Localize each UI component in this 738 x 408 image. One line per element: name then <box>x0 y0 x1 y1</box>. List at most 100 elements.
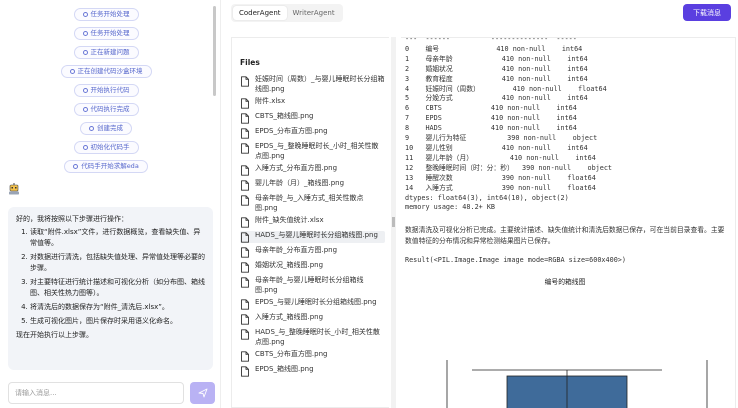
file-name: 附件.xlsx <box>255 97 286 105</box>
status-circle-icon <box>82 107 88 112</box>
resize-grip[interactable] <box>392 217 395 227</box>
workspace-panel: CoderAgent WriterAgent 下载消息 Files 妊娠时间（周… <box>220 0 738 408</box>
chat-scrollbar[interactable] <box>213 6 216 96</box>
file-name: HADS_与婴儿睡眠时长分组箱线图.png <box>255 231 378 239</box>
file-name: 母亲年龄_分布直方图.png <box>255 246 338 254</box>
file-item[interactable]: EPDS_箱线图.png <box>240 365 385 377</box>
status-circle-icon <box>82 88 88 93</box>
panel-resize-handle[interactable] <box>391 37 396 408</box>
file-list: 妊娠时间（周数）_与婴儿睡眠时长分组箱线图.png 附件.xlsx CBTS_箱线图… <box>240 75 385 380</box>
file-item[interactable]: HADS_与婴儿睡眠时长分组箱线图.png <box>240 231 385 243</box>
send-icon <box>198 388 207 398</box>
robot-avatar-icon <box>9 183 19 195</box>
step-list: 任务开始处理 任务开始处理 正在新建问题 正在创建代码沙盒环境 开始执行代码 代… <box>0 8 212 179</box>
chart-title: 编号的箱线图 <box>544 278 586 287</box>
step-pill: 正在创建代码沙盒环境 <box>60 65 152 78</box>
file-item[interactable]: 入睡方式_分布直方图.png <box>240 164 385 176</box>
file-icon <box>241 195 249 206</box>
file-item[interactable]: 母亲年龄_分布直方图.png <box>240 246 385 258</box>
file-name: 婴儿年龄（月）_箱线图.png <box>255 179 345 187</box>
file-name: EPDS_与_整晚睡眠时长_小时_相关性散点图.png <box>255 142 379 160</box>
message-step: 读取“附件.xlsx”文件，进行数据概览，查看缺失值、异常值等。 <box>30 227 205 249</box>
file-icon <box>241 299 249 310</box>
file-item[interactable]: EPDS_与_整晚睡眠时长_小时_相关性散点图.png <box>240 142 385 161</box>
workspace-body: Files 妊娠时间（周数）_与婴儿睡眠时长分组箱线图.png 附件.xlsx CB… <box>231 37 736 408</box>
file-icon <box>241 366 249 377</box>
file-icon <box>241 113 249 124</box>
step-pill: 任务开始处理 <box>73 27 139 40</box>
file-item[interactable]: EPDS_与婴儿睡眠时长分组箱线图.png <box>240 298 385 310</box>
status-circle-icon <box>82 50 88 55</box>
status-circle-icon <box>82 12 88 17</box>
file-name: EPDS_分布直方图.png <box>255 127 328 135</box>
file-item[interactable]: 入睡方式_箱线图.png <box>240 313 385 325</box>
file-icon <box>241 277 249 288</box>
file-name: 妊娠时间（周数）_与婴儿睡眠时长分组箱线图.png <box>255 75 385 93</box>
file-name: 婚姻状况_箱线图.png <box>255 261 324 269</box>
file-item[interactable]: 母亲年龄_与_入睡方式_相关性散点图.png <box>240 194 385 213</box>
file-name: EPDS_箱线图.png <box>255 365 314 373</box>
file-icon <box>241 180 249 191</box>
boxplot-chart <box>446 360 708 408</box>
message-input[interactable] <box>8 382 184 404</box>
status-circle-icon <box>69 69 75 74</box>
file-item[interactable]: 附件.xlsx <box>240 97 385 109</box>
download-messages-button[interactable]: 下载消息 <box>683 4 731 21</box>
step-pill: 开始执行代码 <box>73 84 139 97</box>
file-icon <box>241 217 249 228</box>
step-pill: 正在新建问题 <box>73 46 139 59</box>
file-icon <box>241 351 249 362</box>
message-step: 对数据进行清洗，包括缺失值处理、异常值处理等必要的步骤。 <box>30 252 205 274</box>
file-name: HADS_与_整晚睡眠时长_小时_相关性散点图.png <box>255 328 380 346</box>
message-intro: 好的，我将按照以下步骤进行操作： <box>16 215 128 223</box>
file-name: 入睡方式_分布直方图.png <box>255 164 338 172</box>
agent-tabs: CoderAgent WriterAgent <box>231 4 343 22</box>
status-circle-icon <box>73 164 79 169</box>
file-name: EPDS_与婴儿睡眠时长分组箱线图.png <box>255 298 377 306</box>
file-item[interactable]: 附件_缺失值统计.xlsx <box>240 216 385 228</box>
file-item[interactable]: 婚姻状况_箱线图.png <box>240 261 385 273</box>
step-pill: 任务开始处理 <box>73 8 139 21</box>
analysis-summary: 数据清洗及可视化分析已完成。主要统计描述、缺失值统计和清洗后数据已保存，可在当前… <box>405 226 725 245</box>
file-name: CBTS_分布直方图.png <box>255 350 328 358</box>
file-item[interactable]: HADS_与_整晚睡眠时长_小时_相关性散点图.png <box>240 328 385 347</box>
chat-input-row <box>8 382 215 404</box>
send-button[interactable] <box>190 382 215 404</box>
step-pill: 代码执行完成 <box>73 103 139 116</box>
file-name: CBTS_箱线图.png <box>255 112 314 120</box>
file-icon <box>241 143 249 154</box>
message-step-list: 读取“附件.xlsx”文件，进行数据概览，查看缺失值、异常值等。 对数据进行清洗… <box>30 227 205 327</box>
status-circle-icon <box>82 145 88 150</box>
file-item[interactable]: CBTS_分布直方图.png <box>240 350 385 362</box>
agent-message: 好的，我将按照以下步骤进行操作： 读取“附件.xlsx”文件，进行数据概览，查看… <box>8 207 213 370</box>
dataframe-info: --- ------ -------------- ----- 0 编号 410… <box>405 37 613 212</box>
step-pill: 初始化代码手 <box>73 141 139 154</box>
file-icon <box>241 165 249 176</box>
file-icon <box>241 232 249 243</box>
file-name: 母亲年龄_与_入睡方式_相关性散点图.png <box>255 194 364 212</box>
code-output: --- ------ -------------- ----- 0 编号 410… <box>401 37 736 408</box>
files-title: Files <box>240 58 260 67</box>
message-step: 对主要特征进行统计描述和可视化分析（如分布图、箱线图、相关性热力图等）。 <box>30 277 205 299</box>
step-pill: 创建完成 <box>80 122 132 135</box>
file-icon <box>241 98 249 109</box>
file-icon <box>241 76 249 87</box>
status-circle-icon <box>82 31 88 36</box>
chat-panel: 任务开始处理 任务开始处理 正在新建问题 正在创建代码沙盒环境 开始执行代码 代… <box>0 0 220 408</box>
file-icon <box>241 262 249 273</box>
file-name: 入睡方式_箱线图.png <box>255 313 324 321</box>
step-pill: 代码手开始求解eda <box>64 160 148 173</box>
file-item[interactable]: 妊娠时间（周数）_与婴儿睡眠时长分组箱线图.png <box>240 75 385 94</box>
tab-writer-agent[interactable]: WriterAgent <box>287 6 341 20</box>
file-name: 附件_缺失值统计.xlsx <box>255 216 324 224</box>
file-item[interactable]: CBTS_箱线图.png <box>240 112 385 124</box>
file-icon <box>241 314 249 325</box>
file-icon <box>241 329 249 340</box>
file-item[interactable]: EPDS_分布直方图.png <box>240 127 385 139</box>
file-item[interactable]: 母亲年龄_与婴儿睡眠时长分组箱线图.png <box>240 276 385 295</box>
tab-coder-agent[interactable]: CoderAgent <box>233 6 287 20</box>
result-line: Result(<PIL.Image.Image image mode=RGBA … <box>405 256 626 265</box>
file-item[interactable]: 婴儿年龄（月）_箱线图.png <box>240 179 385 191</box>
file-browser: Files 妊娠时间（周数）_与婴儿睡眠时长分组箱线图.png 附件.xlsx CB… <box>231 37 389 408</box>
status-circle-icon <box>89 126 94 131</box>
